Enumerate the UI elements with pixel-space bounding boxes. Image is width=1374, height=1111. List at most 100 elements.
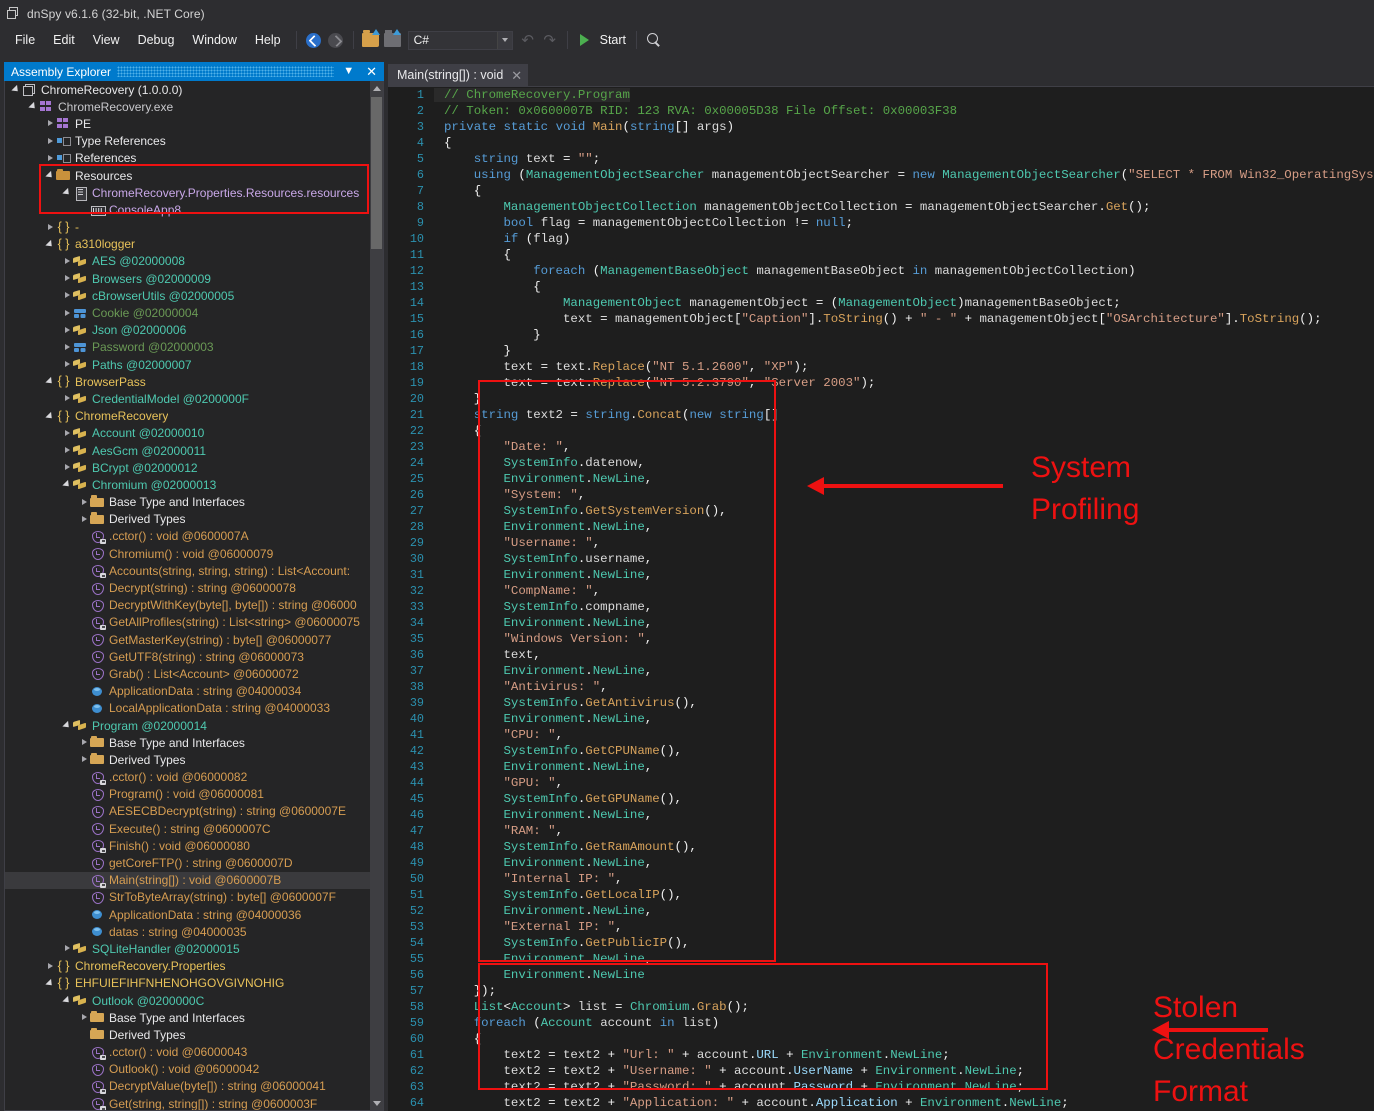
tree-item[interactable]: Get(string, string[]) : string @0600003F: [5, 1095, 383, 1110]
tree-item[interactable]: SQLiteHandler @02000015: [5, 940, 383, 957]
tree-item[interactable]: GetUTF8(string) : string @06000073: [5, 648, 383, 665]
menu-debug[interactable]: Debug: [129, 30, 184, 50]
tree-item[interactable]: getCoreFTP() : string @0600007D: [5, 854, 383, 871]
chevron-down-icon[interactable]: [11, 84, 22, 95]
chevron-down-icon[interactable]: [62, 187, 73, 198]
tab-main-method[interactable]: Main(string[]) : void ✕: [388, 64, 529, 86]
chevron-right-icon[interactable]: [79, 497, 90, 508]
tree-item[interactable]: DecryptWithKey(byte[], byte[]) : string …: [5, 597, 383, 614]
tree-item[interactable]: DecryptValue(byte[]) : string @06000041: [5, 1078, 383, 1095]
tree-item[interactable]: .cctor() : void @06000082: [5, 769, 383, 786]
chevron-down-icon[interactable]: [45, 170, 56, 181]
chevron-right-icon[interactable]: [79, 514, 90, 525]
chevron-down-icon[interactable]: [45, 978, 56, 989]
tree-item[interactable]: Browsers @02000009: [5, 270, 383, 287]
chevron-right-icon[interactable]: [62, 359, 73, 370]
chevron-right-icon[interactable]: [62, 308, 73, 319]
tree-item[interactable]: GetMasterKey(string) : byte[] @06000077: [5, 631, 383, 648]
tree-item[interactable]: { } BrowserPass: [5, 373, 383, 390]
scroll-down-icon[interactable]: [370, 1096, 383, 1110]
chevron-right-icon[interactable]: [62, 943, 73, 954]
chevron-right-icon[interactable]: [62, 273, 73, 284]
tree-item[interactable]: Finish() : void @06000080: [5, 837, 383, 854]
chevron-right-icon[interactable]: [45, 222, 56, 233]
tree-item[interactable]: ChromeRecovery (1.0.0.0): [5, 81, 383, 98]
tree-item[interactable]: ConsoleApp8: [5, 201, 383, 218]
tree-item[interactable]: ChromeRecovery.exe: [5, 98, 383, 115]
chevron-right-icon[interactable]: [62, 325, 73, 336]
tree-item[interactable]: Accounts(string, string, string) : List<…: [5, 562, 383, 579]
tree-item[interactable]: LocalApplicationData : string @04000033: [5, 700, 383, 717]
chevron-down-icon[interactable]: [62, 995, 73, 1006]
tree-item[interactable]: { } a310logger: [5, 236, 383, 253]
search-icon[interactable]: [643, 29, 665, 51]
tree-item[interactable]: AesGcm @02000011: [5, 442, 383, 459]
tree-item[interactable]: Chromium @02000013: [5, 476, 383, 493]
chevron-right-icon[interactable]: [62, 445, 73, 456]
tree-item[interactable]: AES @02000008: [5, 253, 383, 270]
chevron-down-icon[interactable]: [45, 239, 56, 250]
chevron-right-icon[interactable]: [79, 754, 90, 765]
chevron-right-icon[interactable]: [62, 428, 73, 439]
undo-icon[interactable]: ↶: [517, 29, 539, 51]
tree-item[interactable]: { } EHFUIEFIHFNHENOHGOVGIVNOHIG: [5, 975, 383, 992]
tree-item[interactable]: datas : string @04000035: [5, 923, 383, 940]
tree-item[interactable]: ApplicationData : string @04000034: [5, 683, 383, 700]
close-icon[interactable]: ✕: [511, 69, 522, 82]
tree-item[interactable]: { } ChromeRecovery: [5, 408, 383, 425]
tree-item[interactable]: Cookie @02000004: [5, 304, 383, 321]
tree-item[interactable]: AESECBDecrypt(string) : string @0600007E: [5, 803, 383, 820]
language-select[interactable]: C#: [407, 30, 513, 50]
chevron-down-icon[interactable]: [62, 479, 73, 490]
chevron-right-icon[interactable]: [79, 1012, 90, 1023]
start-button[interactable]: Start: [596, 33, 630, 47]
play-icon[interactable]: [574, 29, 596, 51]
assembly-tree[interactable]: ChromeRecovery (1.0.0.0) ChromeRecovery.e…: [4, 81, 384, 1111]
tree-item[interactable]: Derived Types: [5, 1026, 383, 1043]
tree-item[interactable]: .cctor() : void @0600007A: [5, 528, 383, 545]
tree-item[interactable]: Password @02000003: [5, 339, 383, 356]
tree-item[interactable]: Derived Types: [5, 511, 383, 528]
tree-item[interactable]: Decrypt(string) : string @06000078: [5, 579, 383, 596]
tree-item[interactable]: Json @02000006: [5, 322, 383, 339]
chevron-right-icon[interactable]: [45, 118, 56, 129]
tree-item[interactable]: Account @02000010: [5, 425, 383, 442]
scrollbar-thumb[interactable]: [371, 97, 382, 249]
tree-item[interactable]: cBrowserUtils @02000005: [5, 287, 383, 304]
chevron-down-icon[interactable]: [496, 31, 512, 49]
chevron-right-icon[interactable]: [45, 153, 56, 164]
tree-item[interactable]: ApplicationData : string @04000036: [5, 906, 383, 923]
menu-view[interactable]: View: [84, 30, 129, 50]
chevron-down-icon[interactable]: [28, 101, 39, 112]
tree-item[interactable]: References: [5, 150, 383, 167]
chevron-right-icon[interactable]: [62, 256, 73, 267]
tree-item[interactable]: Program @02000014: [5, 717, 383, 734]
tree-item[interactable]: PE: [5, 115, 383, 132]
code-view[interactable]: 1 // ChromeRecovery.Program 2 // Token: 0x0…: [388, 86, 1374, 1111]
tree-item[interactable]: Main(string[]) : void @0600007B: [5, 871, 383, 889]
redo-icon[interactable]: ↷: [539, 29, 561, 51]
chevron-right-icon[interactable]: [45, 136, 56, 147]
chevron-down-icon[interactable]: [45, 411, 56, 422]
tree-item[interactable]: Resources: [5, 167, 383, 184]
tree-item[interactable]: Paths @02000007: [5, 356, 383, 373]
tree-item[interactable]: StrToByteArray(string) : byte[] @0600007…: [5, 889, 383, 906]
tree-item[interactable]: GetAllProfiles(string) : List<string> @0…: [5, 614, 383, 631]
chevron-right-icon[interactable]: [62, 342, 73, 353]
tree-item[interactable]: Type References: [5, 133, 383, 150]
menu-help[interactable]: Help: [246, 30, 290, 50]
chevron-right-icon[interactable]: [79, 737, 90, 748]
tree-item[interactable]: Outlook() : void @06000042: [5, 1061, 383, 1078]
tree-item[interactable]: Outlook @0200000C: [5, 992, 383, 1009]
tree-item[interactable]: Derived Types: [5, 751, 383, 768]
back-arrow-icon[interactable]: [303, 29, 325, 51]
tree-item[interactable]: Base Type and Interfaces: [5, 1009, 383, 1026]
menu-edit[interactable]: Edit: [44, 30, 84, 50]
menu-window[interactable]: Window: [183, 30, 245, 50]
chevron-down-icon[interactable]: [62, 720, 73, 731]
tree-item[interactable]: Program() : void @06000081: [5, 786, 383, 803]
chevron-right-icon[interactable]: [45, 961, 56, 972]
chevron-right-icon[interactable]: [62, 290, 73, 301]
tree-item[interactable]: Chromium() : void @06000079: [5, 545, 383, 562]
open-folder-icon[interactable]: [360, 29, 382, 51]
